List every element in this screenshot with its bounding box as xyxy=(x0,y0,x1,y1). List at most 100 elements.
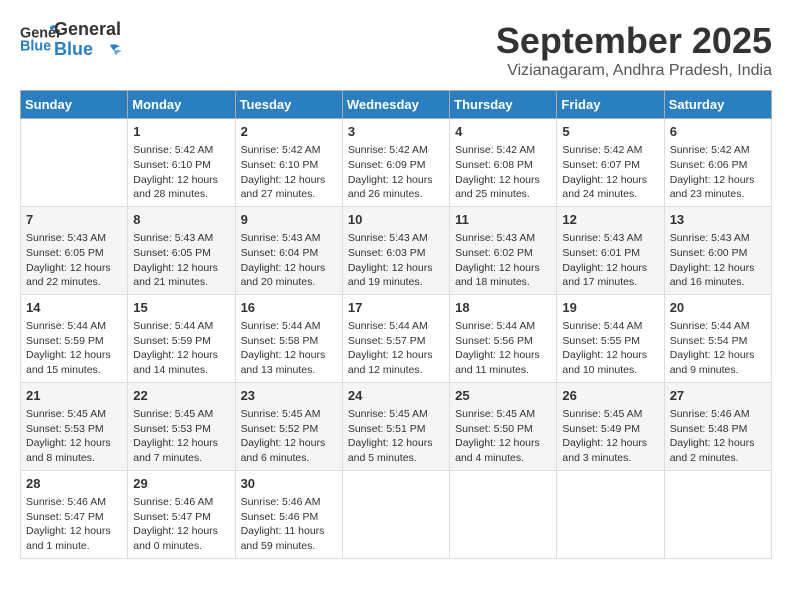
calendar-cell: 12 Sunrise: 5:43 AM Sunset: 6:01 PM Dayli… xyxy=(557,206,664,294)
calendar-cell: 16 Sunrise: 5:44 AM Sunset: 5:58 PM Dayli… xyxy=(235,294,342,382)
day-info: Sunrise: 5:45 AM Sunset: 5:50 PM Dayligh… xyxy=(455,407,551,466)
week-row-4: 21 Sunrise: 5:45 AM Sunset: 5:53 PM Dayli… xyxy=(21,382,772,470)
column-header-wednesday: Wednesday xyxy=(342,91,449,119)
calendar-cell xyxy=(450,470,557,558)
day-info: Sunrise: 5:43 AM Sunset: 6:01 PM Dayligh… xyxy=(562,231,658,290)
calendar-cell: 13Sunrise: 5:43 AM Sunset: 6:00 PM Dayli… xyxy=(664,206,771,294)
day-number: 28 xyxy=(26,475,122,493)
day-info: Sunrise: 5:46 AM Sunset: 5:46 PM Dayligh… xyxy=(241,495,337,554)
day-info: Sunrise: 5:43 AM Sunset: 6:05 PM Dayligh… xyxy=(26,231,122,290)
day-number: 7 xyxy=(26,211,122,229)
day-number: 18 xyxy=(455,299,551,317)
calendar-cell: 23 Sunrise: 5:45 AM Sunset: 5:52 PM Dayli… xyxy=(235,382,342,470)
day-number: 21 xyxy=(26,387,122,405)
day-number: 22 xyxy=(133,387,229,405)
calendar-cell: 17 Sunrise: 5:44 AM Sunset: 5:57 PM Dayli… xyxy=(342,294,449,382)
calendar-cell: 19 Sunrise: 5:44 AM Sunset: 5:55 PM Dayli… xyxy=(557,294,664,382)
day-info: Sunrise: 5:44 AM Sunset: 5:55 PM Dayligh… xyxy=(562,319,658,378)
column-header-tuesday: Tuesday xyxy=(235,91,342,119)
day-number: 6 xyxy=(670,123,766,141)
day-number: 4 xyxy=(455,123,551,141)
calendar-cell: 30 Sunrise: 5:46 AM Sunset: 5:46 PM Dayli… xyxy=(235,470,342,558)
calendar-cell xyxy=(21,119,128,207)
day-number: 24 xyxy=(348,387,444,405)
calendar-cell: 22 Sunrise: 5:45 AM Sunset: 5:53 PM Dayli… xyxy=(128,382,235,470)
day-info: Sunrise: 5:45 AM Sunset: 5:53 PM Dayligh… xyxy=(26,407,122,466)
calendar-cell: 1 Sunrise: 5:42 AM Sunset: 6:10 PM Daylig… xyxy=(128,119,235,207)
day-number: 13 xyxy=(670,211,766,229)
day-number: 14 xyxy=(26,299,122,317)
calendar-cell: 14 Sunrise: 5:44 AM Sunset: 5:59 PM Dayli… xyxy=(21,294,128,382)
day-info: Sunrise: 5:45 AM Sunset: 5:52 PM Dayligh… xyxy=(241,407,337,466)
day-info: Sunrise: 5:44 AM Sunset: 5:54 PM Dayligh… xyxy=(670,319,766,378)
day-info: Sunrise: 5:46 AM Sunset: 5:48 PM Dayligh… xyxy=(670,407,766,466)
day-info: Sunrise: 5:44 AM Sunset: 5:59 PM Dayligh… xyxy=(133,319,229,378)
day-info: Sunrise: 5:42 AM Sunset: 6:08 PM Dayligh… xyxy=(455,143,551,202)
calendar-cell: 10Sunrise: 5:43 AM Sunset: 6:03 PM Dayli… xyxy=(342,206,449,294)
calendar-cell: 5Sunrise: 5:42 AM Sunset: 6:07 PM Daylig… xyxy=(557,119,664,207)
logo-text: General Blue xyxy=(54,20,122,60)
day-number: 2 xyxy=(241,123,337,141)
day-number: 8 xyxy=(133,211,229,229)
calendar-cell: 2 Sunrise: 5:42 AM Sunset: 6:10 PM Daylig… xyxy=(235,119,342,207)
day-number: 20 xyxy=(670,299,766,317)
day-info: Sunrise: 5:43 AM Sunset: 6:04 PM Dayligh… xyxy=(241,231,337,290)
calendar-cell: 8 Sunrise: 5:43 AM Sunset: 6:05 PM Daylig… xyxy=(128,206,235,294)
week-row-2: 7 Sunrise: 5:43 AM Sunset: 6:05 PM Daylig… xyxy=(21,206,772,294)
calendar-cell: 28 Sunrise: 5:46 AM Sunset: 5:47 PM Dayli… xyxy=(21,470,128,558)
day-info: Sunrise: 5:42 AM Sunset: 6:10 PM Dayligh… xyxy=(241,143,337,202)
day-info: Sunrise: 5:44 AM Sunset: 5:59 PM Dayligh… xyxy=(26,319,122,378)
calendar-cell: 6 Sunrise: 5:42 AM Sunset: 6:06 PM Daylig… xyxy=(664,119,771,207)
day-info: Sunrise: 5:42 AM Sunset: 6:07 PM Dayligh… xyxy=(562,143,658,202)
day-number: 11 xyxy=(455,211,551,229)
calendar-cell: 11Sunrise: 5:43 AM Sunset: 6:02 PM Dayli… xyxy=(450,206,557,294)
calendar-cell: 29Sunrise: 5:46 AM Sunset: 5:47 PM Dayli… xyxy=(128,470,235,558)
week-row-3: 14 Sunrise: 5:44 AM Sunset: 5:59 PM Dayli… xyxy=(21,294,772,382)
column-header-sunday: Sunday xyxy=(21,91,128,119)
day-number: 12 xyxy=(562,211,658,229)
day-number: 15 xyxy=(133,299,229,317)
day-number: 19 xyxy=(562,299,658,317)
day-info: Sunrise: 5:44 AM Sunset: 5:57 PM Dayligh… xyxy=(348,319,444,378)
day-number: 17 xyxy=(348,299,444,317)
day-info: Sunrise: 5:45 AM Sunset: 5:53 PM Dayligh… xyxy=(133,407,229,466)
month-title: September 2025 xyxy=(496,20,772,62)
calendar-cell: 18Sunrise: 5:44 AM Sunset: 5:56 PM Dayli… xyxy=(450,294,557,382)
day-number: 16 xyxy=(241,299,337,317)
calendar-cell: 24Sunrise: 5:45 AM Sunset: 5:51 PM Dayli… xyxy=(342,382,449,470)
calendar-cell: 27 Sunrise: 5:46 AM Sunset: 5:48 PM Dayli… xyxy=(664,382,771,470)
column-header-friday: Friday xyxy=(557,91,664,119)
day-number: 3 xyxy=(348,123,444,141)
calendar-cell: 7 Sunrise: 5:43 AM Sunset: 6:05 PM Daylig… xyxy=(21,206,128,294)
calendar-cell xyxy=(342,470,449,558)
calendar-table: SundayMondayTuesdayWednesdayThursdayFrid… xyxy=(20,90,772,559)
column-headers: SundayMondayTuesdayWednesdayThursdayFrid… xyxy=(21,91,772,119)
title-block: September 2025 Vizianagaram, Andhra Prad… xyxy=(496,20,772,80)
page-header: General Blue General Blue September 2025… xyxy=(20,20,772,80)
column-header-monday: Monday xyxy=(128,91,235,119)
svg-text:Blue: Blue xyxy=(20,38,51,54)
calendar-cell xyxy=(664,470,771,558)
day-number: 23 xyxy=(241,387,337,405)
day-info: Sunrise: 5:42 AM Sunset: 6:10 PM Dayligh… xyxy=(133,143,229,202)
week-row-5: 28 Sunrise: 5:46 AM Sunset: 5:47 PM Dayli… xyxy=(21,470,772,558)
day-info: Sunrise: 5:43 AM Sunset: 6:05 PM Dayligh… xyxy=(133,231,229,290)
calendar-cell: 21 Sunrise: 5:45 AM Sunset: 5:53 PM Dayli… xyxy=(21,382,128,470)
day-number: 1 xyxy=(133,123,229,141)
day-number: 25 xyxy=(455,387,551,405)
week-row-1: 1 Sunrise: 5:42 AM Sunset: 6:10 PM Daylig… xyxy=(21,119,772,207)
calendar-cell: 20 Sunrise: 5:44 AM Sunset: 5:54 PM Dayli… xyxy=(664,294,771,382)
day-info: Sunrise: 5:45 AM Sunset: 5:49 PM Dayligh… xyxy=(562,407,658,466)
day-info: Sunrise: 5:46 AM Sunset: 5:47 PM Dayligh… xyxy=(133,495,229,554)
day-number: 30 xyxy=(241,475,337,493)
day-number: 26 xyxy=(562,387,658,405)
column-header-thursday: Thursday xyxy=(450,91,557,119)
day-number: 27 xyxy=(670,387,766,405)
day-info: Sunrise: 5:44 AM Sunset: 5:58 PM Dayligh… xyxy=(241,319,337,378)
calendar-cell: 3 Sunrise: 5:42 AM Sunset: 6:09 PM Daylig… xyxy=(342,119,449,207)
calendar-cell: 26 Sunrise: 5:45 AM Sunset: 5:49 PM Dayli… xyxy=(557,382,664,470)
day-info: Sunrise: 5:42 AM Sunset: 6:06 PM Dayligh… xyxy=(670,143,766,202)
column-header-saturday: Saturday xyxy=(664,91,771,119)
day-info: Sunrise: 5:46 AM Sunset: 5:47 PM Dayligh… xyxy=(26,495,122,554)
day-info: Sunrise: 5:42 AM Sunset: 6:09 PM Dayligh… xyxy=(348,143,444,202)
